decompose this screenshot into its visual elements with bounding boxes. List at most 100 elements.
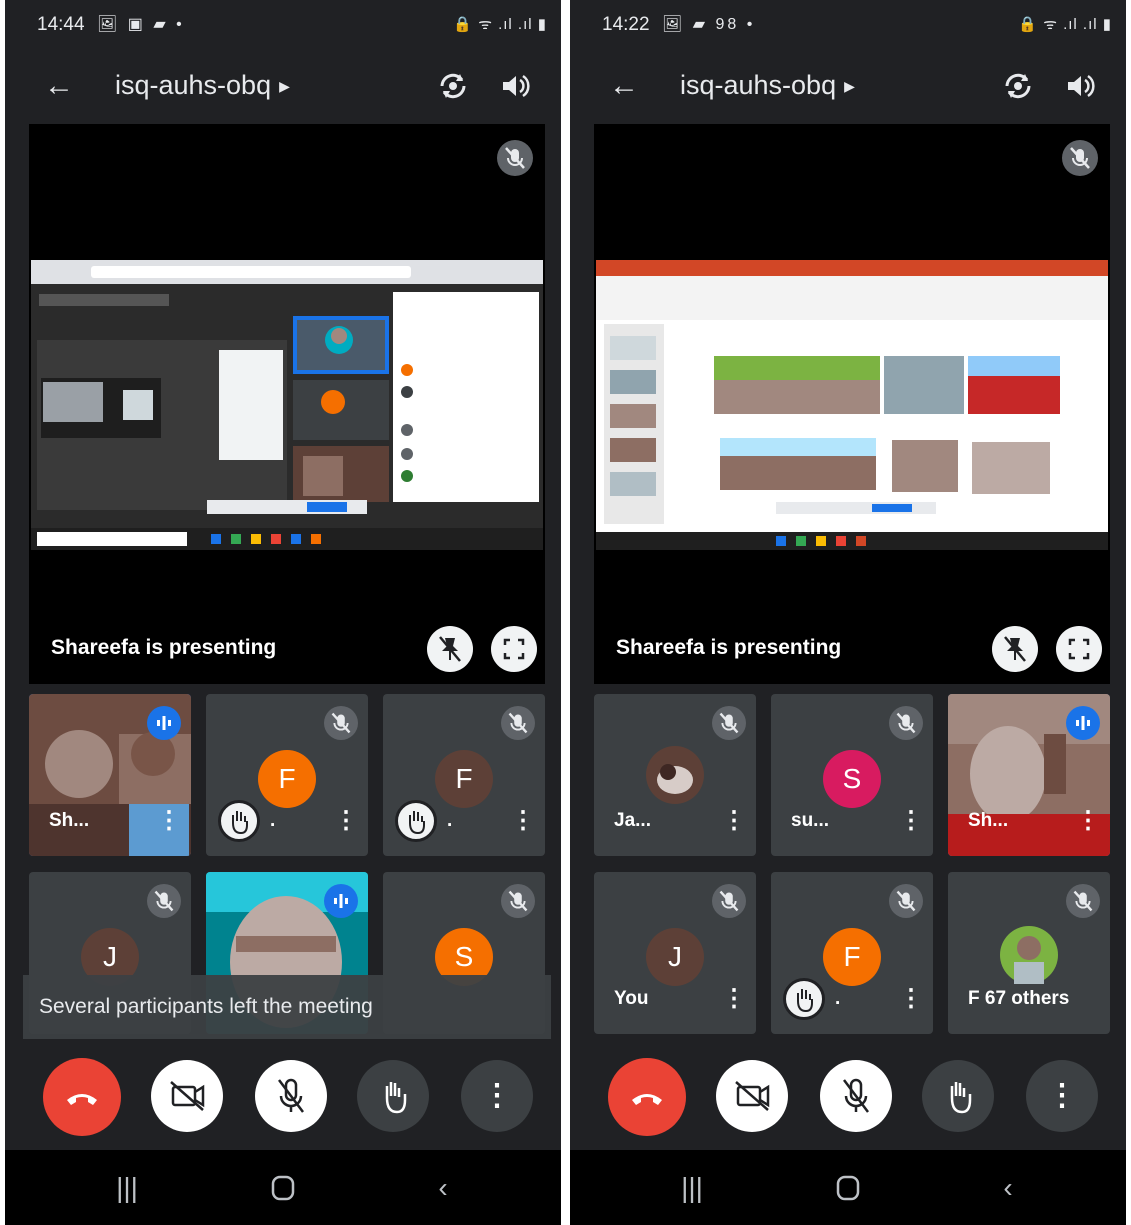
camera-toggle-button[interactable] <box>716 1060 788 1132</box>
avatar <box>1000 926 1058 984</box>
back-icon[interactable]: ‹ <box>978 1168 1038 1208</box>
more-options-button[interactable]: ⋮ <box>1026 1060 1098 1132</box>
participant-name: You <box>614 988 649 1009</box>
mic-off-icon <box>889 884 923 918</box>
top-bar: ← isq-auhs-obq ▶ <box>5 58 561 116</box>
shared-screen <box>596 260 1108 550</box>
raise-hand-icon <box>218 800 260 842</box>
participant-name: . <box>270 810 276 831</box>
end-call-button[interactable] <box>608 1058 686 1136</box>
more-vert-icon[interactable]: ⋮ <box>899 806 923 836</box>
shared-screen <box>31 260 543 550</box>
status-time: 14:22 <box>602 14 650 35</box>
avatar: F <box>823 928 881 986</box>
participant-name: F 67 others <box>968 988 1070 1009</box>
raise-hand-icon <box>385 1082 407 1114</box>
camera-off-icon <box>170 1081 205 1111</box>
participant-name: Sh... <box>968 810 1009 831</box>
notification-icons: 🖼 ▰ 98 • <box>662 16 756 33</box>
mic-off-icon <box>712 706 746 740</box>
meeting-code[interactable]: isq-auhs-obq ▶ <box>680 70 855 101</box>
caret-right-icon: ▶ <box>844 78 855 95</box>
participant-tile[interactable]: Ja... ⋮ <box>594 694 756 856</box>
speaking-indicator-icon <box>147 706 181 740</box>
participant-name: su... <box>791 810 830 831</box>
presentation-view[interactable]: Shareefa is presenting <box>594 124 1110 684</box>
participant-tile-others[interactable]: F 67 others <box>948 872 1110 1034</box>
camera-switch-icon[interactable] <box>998 66 1038 106</box>
avatar: S <box>823 750 881 808</box>
presenter-label: Shareefa is presenting <box>616 636 842 659</box>
raise-hand-icon <box>783 978 825 1020</box>
mic-toggle-button[interactable] <box>255 1060 327 1132</box>
raise-hand-icon <box>395 800 437 842</box>
mic-off-icon <box>712 884 746 918</box>
meeting-code[interactable]: isq-auhs-obq ▶ <box>115 70 290 101</box>
more-options-button[interactable]: ⋮ <box>461 1060 533 1132</box>
end-call-button[interactable] <box>43 1058 121 1136</box>
presenter-label: Shareefa is presenting <box>51 636 277 659</box>
status-time: 14:44 <box>37 14 85 35</box>
participant-tile[interactable]: J You ⋮ <box>594 872 756 1034</box>
meeting-code-label: isq-auhs-obq <box>115 70 272 100</box>
system-navbar: ||| ‹ <box>5 1150 561 1225</box>
camera-off-icon <box>735 1081 770 1111</box>
status-bar: 14:44 🖼 ▣ ▰ • 🔒 ᯤ .ıl .ıl ▮ <box>5 0 561 48</box>
mic-off-icon <box>501 884 535 918</box>
meet-screen-left: 14:44 🖼 ▣ ▰ • 🔒 ᯤ .ıl .ıl ▮ ← isq-auhs-o… <box>5 0 561 1225</box>
mic-off-icon <box>843 1078 869 1113</box>
caret-right-icon: ▶ <box>279 78 290 95</box>
back-arrow-icon[interactable]: ← <box>39 66 79 106</box>
mic-off-icon <box>1066 884 1100 918</box>
speaker-icon[interactable] <box>1060 66 1100 106</box>
more-vert-icon[interactable]: ⋮ <box>511 806 535 836</box>
camera-switch-icon[interactable] <box>433 66 473 106</box>
participant-tile[interactable]: F . ⋮ <box>206 694 368 856</box>
participant-tile[interactable]: Sh... ⋮ <box>29 694 191 856</box>
mic-off-icon <box>324 706 358 740</box>
phone-hangup-icon <box>632 1094 662 1105</box>
call-controls: ⋮ <box>570 1058 1126 1140</box>
speaker-icon[interactable] <box>495 66 535 106</box>
meeting-code-label: isq-auhs-obq <box>680 70 837 100</box>
notification-icons: 🖼 ▣ ▰ • <box>97 16 185 33</box>
more-vert-icon[interactable]: ⋮ <box>334 806 358 836</box>
recents-icon[interactable]: ||| <box>97 1168 157 1208</box>
toast-message: Several participants left the meeting <box>23 975 551 1039</box>
participant-tile[interactable]: F . ⋮ <box>383 694 545 856</box>
mic-toggle-button[interactable] <box>820 1060 892 1132</box>
system-navbar: ||| ‹ <box>570 1150 1126 1225</box>
participant-tile[interactable]: S su... ⋮ <box>771 694 933 856</box>
pin-icon[interactable] <box>427 626 473 672</box>
participant-tile[interactable]: Sh... ⋮ <box>948 694 1110 856</box>
participant-name: . <box>447 810 453 831</box>
participant-name: Ja... <box>614 810 651 831</box>
fullscreen-icon[interactable] <box>1056 626 1102 672</box>
home-icon[interactable] <box>253 1168 313 1208</box>
camera-toggle-button[interactable] <box>151 1060 223 1132</box>
raise-hand-button[interactable] <box>922 1060 994 1132</box>
more-vert-icon[interactable]: ⋮ <box>899 984 923 1014</box>
presentation-view[interactable]: Shareefa is presenting <box>29 124 545 684</box>
back-arrow-icon[interactable]: ← <box>604 66 644 106</box>
participant-tile[interactable]: F . ⋮ <box>771 872 933 1034</box>
pin-icon[interactable] <box>992 626 1038 672</box>
more-vert-icon[interactable]: ⋮ <box>1076 806 1100 836</box>
mic-off-icon <box>889 706 923 740</box>
home-icon[interactable] <box>818 1168 878 1208</box>
more-vert-icon[interactable]: ⋮ <box>722 806 746 836</box>
recents-icon[interactable]: ||| <box>662 1168 722 1208</box>
call-controls: ⋮ <box>5 1058 561 1140</box>
speaking-indicator-icon <box>324 884 358 918</box>
avatar <box>646 746 704 804</box>
more-vert-icon[interactable]: ⋮ <box>157 806 181 836</box>
back-icon[interactable]: ‹ <box>413 1168 473 1208</box>
participant-name: . <box>835 988 841 1009</box>
meet-screen-right: 14:22 🖼 ▰ 98 • 🔒 ᯤ .ıl .ıl ▮ ← isq-auhs-… <box>570 0 1126 1225</box>
fullscreen-icon[interactable] <box>491 626 537 672</box>
raise-hand-button[interactable] <box>357 1060 429 1132</box>
speaking-indicator-icon <box>1066 706 1100 740</box>
more-vert-icon[interactable]: ⋮ <box>722 984 746 1014</box>
phone-hangup-icon <box>67 1094 97 1105</box>
raise-hand-icon <box>950 1082 972 1114</box>
